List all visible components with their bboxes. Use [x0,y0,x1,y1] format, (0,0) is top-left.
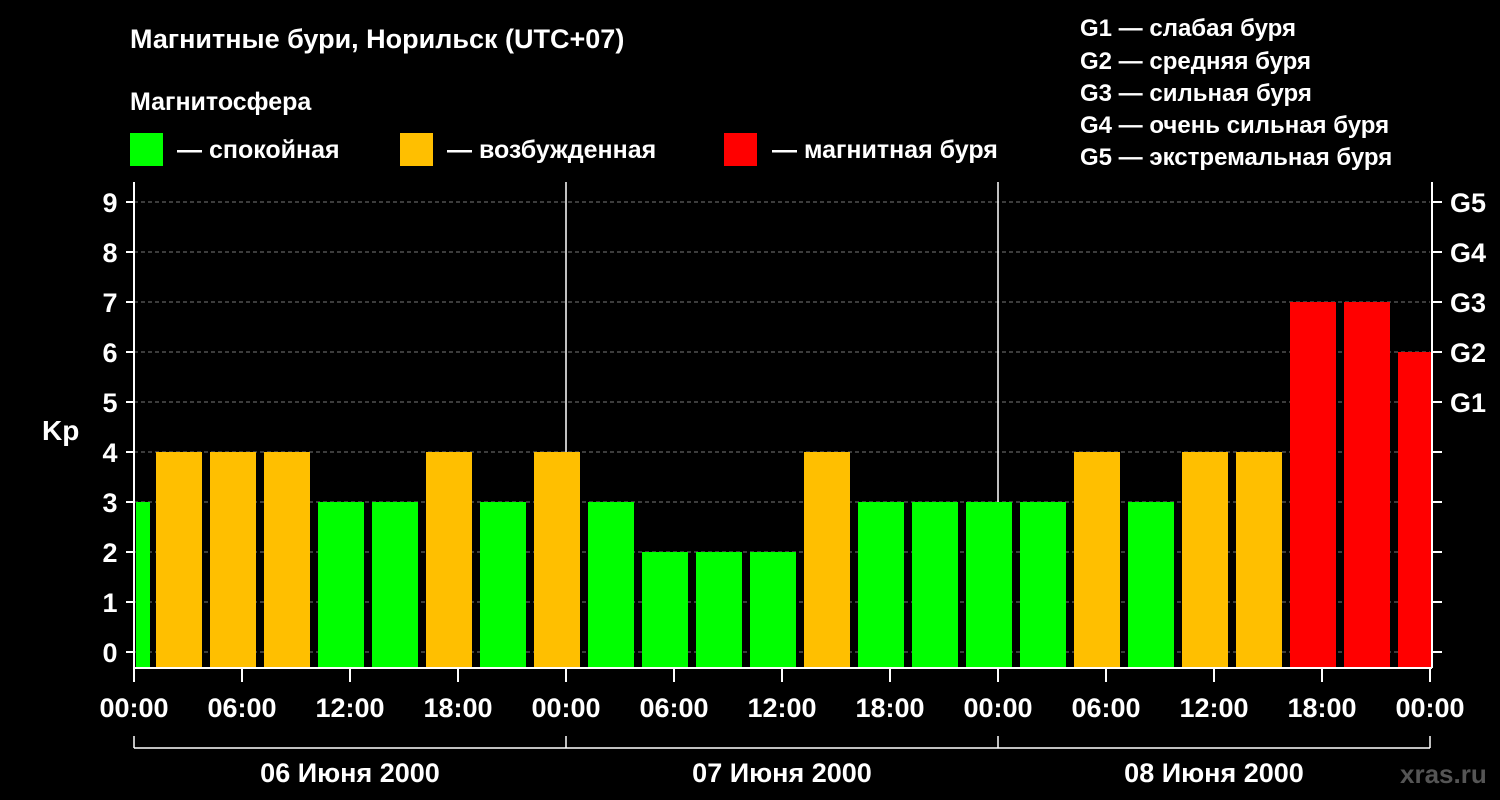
x-tick-label: 00:00 [1395,693,1464,723]
day-label: 07 Июня 2000 [692,758,872,788]
kp-bar [1128,502,1174,668]
x-tick-label: 06:00 [1071,693,1140,723]
g-scale-g2: G2 — средняя буря [1080,48,1311,75]
x-tick-label: 00:00 [99,693,168,723]
kp-bar [264,452,310,668]
kp-bar [136,502,150,668]
kp-bar [750,552,796,668]
kp-bar [534,452,580,668]
kp-bar [1074,452,1120,668]
chart-title: Магнитные бури, Норильск (UTC+07) [130,24,624,54]
y-tick-label: 7 [102,288,117,318]
kp-bar [588,502,634,668]
legend-swatch-active [400,133,433,166]
g-level-label: G2 [1450,338,1486,368]
kp-bar [1236,452,1282,668]
kp-bar [696,552,742,668]
g-scale-g1: G1 — слабая буря [1080,15,1296,42]
x-tick-label: 00:00 [531,693,600,723]
legend-label-storm: — магнитная буря [772,136,998,164]
x-tick-label: 18:00 [423,693,492,723]
legend-label-quiet: — спокойная [177,136,340,164]
kp-bar [912,502,958,668]
x-tick-label: 06:00 [639,693,708,723]
kp-bar [966,502,1012,668]
y-tick-label: 2 [102,538,117,568]
kp-bar [1182,452,1228,668]
y-tick-label: 1 [102,588,117,618]
bars-layer [136,302,1432,668]
legend-swatch-quiet [130,133,163,166]
legend-swatch-storm [724,133,757,166]
kp-bar [480,502,526,668]
kp-bar [858,502,904,668]
kp-bar [318,502,364,668]
kp-bar [426,452,472,668]
x-tick-label: 12:00 [315,693,384,723]
y-tick-label: 8 [102,238,117,268]
kp-bar [1020,502,1066,668]
kp-chart: Магнитные бури, Норильск (UTC+07) Магнит… [42,15,1487,789]
x-tick-label: 12:00 [747,693,816,723]
y-tick-label: 5 [102,388,117,418]
x-tick-label: 18:00 [1287,693,1356,723]
y-tick-label: 9 [102,188,117,218]
y-axis-label: Kp [42,415,79,446]
kp-bar [1344,302,1390,668]
day-label: 08 Июня 2000 [1124,758,1304,788]
kp-bar [804,452,850,668]
kp-bar [642,552,688,668]
legend-heading: Магнитосфера [130,88,312,116]
g-level-label: G5 [1450,188,1486,218]
kp-bar [210,452,256,668]
y-tick-label: 3 [102,488,117,518]
g-level-label: G1 [1450,388,1486,418]
x-tick-label: 12:00 [1179,693,1248,723]
x-tick-label: 06:00 [207,693,276,723]
x-tick-label: 18:00 [855,693,924,723]
kp-bar [156,452,202,668]
g-level-label: G4 [1450,238,1486,268]
kp-bar [1398,352,1432,668]
kp-bar [372,502,418,668]
y-tick-label: 0 [102,638,117,668]
x-tick-label: 00:00 [963,693,1032,723]
kp-bar [1290,302,1336,668]
y-tick-label: 6 [102,338,117,368]
g-level-label: G3 [1450,288,1486,318]
y-tick-label: 4 [102,438,117,468]
g-scale-g4: G4 — очень сильная буря [1080,112,1389,139]
g-scale-g3: G3 — сильная буря [1080,80,1312,107]
day-label: 06 Июня 2000 [260,758,440,788]
g-scale-g5: G5 — экстремальная буря [1080,144,1392,171]
watermark: xras.ru [1400,759,1487,789]
legend-label-active: — возбужденная [447,136,656,164]
